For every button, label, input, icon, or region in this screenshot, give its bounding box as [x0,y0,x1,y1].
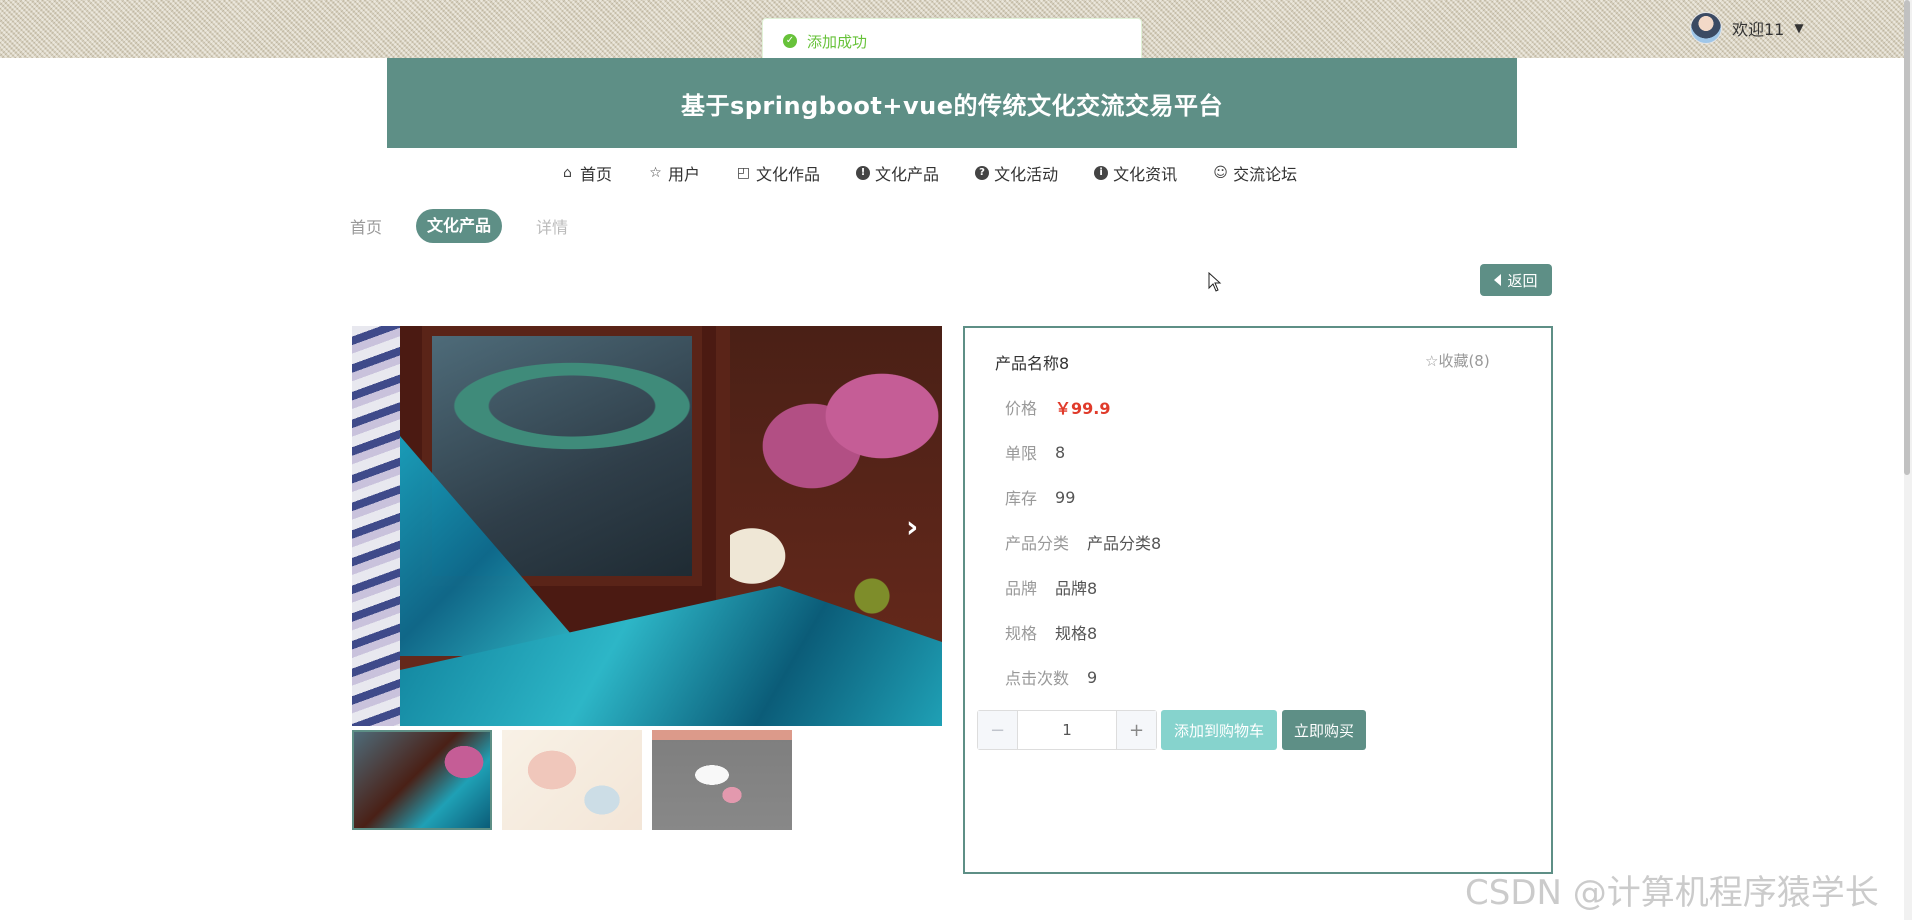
buy-now-button[interactable]: 立即购买 [1282,710,1366,750]
question-icon: ? [975,166,990,180]
product-image-carousel[interactable] [352,326,942,726]
breadcrumb-category[interactable]: 文化产品 [416,209,503,243]
thumbnail-2[interactable] [502,730,642,830]
field-label: 产品分类 [1005,534,1070,553]
breadcrumb-current: 详情 [536,218,569,237]
field-value: 9 [1087,667,1098,687]
field-brand: 品牌 品牌8 [1005,575,1097,599]
nav-item-activities[interactable]: ? 文化活动 [975,161,1058,185]
nav-label: 文化活动 [994,165,1059,184]
scrollbar-thumb[interactable] [1904,0,1910,475]
toast-message: 添加成功 [807,32,868,51]
plus-icon: + [1128,719,1145,741]
nav-item-home[interactable]: ⌂ 首页 [560,161,612,185]
minus-icon: − [989,719,1006,741]
field-value: 产品分类8 [1087,534,1162,553]
quantity-stepper: − 1 + [977,710,1157,750]
price-value: ￥99.9 [1055,399,1111,418]
nav-label: 交流论坛 [1233,165,1298,184]
field-limit: 单限 8 [1005,440,1065,464]
main-nav: ⌂ 首页 ☆ 用户 ◰ 文化作品 ! 文化产品 ? 文化活动 i 文化资讯 ☺ … [560,160,1360,186]
field-label: 规格 [1005,624,1038,643]
field-value: 规格8 [1055,624,1098,643]
nav-label: 文化作品 [756,165,821,184]
info-icon: i [1094,166,1109,180]
nav-label: 文化产品 [875,165,940,184]
nav-item-works[interactable]: ◰ 文化作品 [736,161,820,185]
home-icon: ⌂ [563,165,572,181]
field-clicks: 点击次数 9 [1005,665,1097,689]
thumbnail-1[interactable] [352,730,492,830]
site-title: 基于springboot+vue的传统文化交流交易平台 [680,91,1224,120]
field-spec: 规格 规格8 [1005,620,1097,644]
watermark: CSDN @计算机程序猿学长 [1465,873,1879,913]
field-label: 品牌 [1005,579,1038,598]
user-greeting: 欢迎11 [1732,20,1785,39]
smile-icon: ☺ [1213,165,1228,181]
mouse-cursor-icon [1208,272,1222,292]
breadcrumb: 首页 文化产品 详情 [350,209,568,243]
field-label: 单限 [1005,444,1038,463]
field-value: 品牌8 [1055,579,1098,598]
field-value: 99 [1055,487,1076,507]
decrement-button[interactable]: − [978,711,1018,749]
favorite-button[interactable]: ☆收藏(8) [1425,350,1490,371]
field-stock: 库存 99 [1005,485,1075,509]
add-to-cart-button[interactable]: 添加到购物车 [1161,710,1277,750]
thumbnail-strip [352,730,792,830]
user-avatar [1690,12,1722,44]
product-name: 产品名称8 [995,354,1070,373]
alert-icon: ! [856,166,871,180]
field-value: 8 [1055,442,1066,462]
bag-icon: ◰ [736,165,751,181]
nav-item-news[interactable]: i 文化资讯 [1094,161,1177,185]
field-label: 价格 [1005,399,1038,418]
thumbnail-3[interactable] [652,730,792,830]
field-label: 库存 [1005,489,1038,508]
star-outline-icon: ☆ [1425,352,1439,370]
back-button[interactable]: 返回 [1480,264,1552,296]
quantity-input[interactable]: 1 [1018,711,1116,749]
increment-button[interactable]: + [1116,711,1156,749]
nav-label: 用户 [668,165,701,184]
field-category: 产品分类 产品分类8 [1005,530,1161,554]
breadcrumb-home[interactable]: 首页 [350,214,382,238]
chevron-right-icon[interactable]: › [906,512,930,544]
nav-item-forum[interactable]: ☺ 交流论坛 [1213,161,1297,185]
site-banner: 基于springboot+vue的传统文化交流交易平台 [387,58,1517,148]
page-scrollbar[interactable] [1904,0,1912,920]
nav-label: 首页 [580,165,613,184]
user-menu[interactable]: 欢迎11 ▼ [1690,12,1804,44]
favorite-label: 收藏(8) [1438,352,1490,370]
star-icon: ☆ [649,165,662,181]
field-price: 价格 ￥99.9 [1005,395,1111,419]
nav-item-users[interactable]: ☆ 用户 [648,161,700,185]
back-label: 返回 [1507,271,1538,290]
nav-label: 文化资讯 [1113,165,1178,184]
field-label: 点击次数 [1005,669,1070,688]
check-circle-icon: ✓ [783,34,797,48]
product-detail-panel: 产品名称8 ☆收藏(8) 价格 ￥99.9 单限 8 库存 99 产品分类 产品… [963,326,1553,874]
nav-item-products[interactable]: ! 文化产品 [856,161,939,185]
caret-down-icon: ▼ [1794,21,1804,35]
caret-left-icon [1494,274,1502,286]
